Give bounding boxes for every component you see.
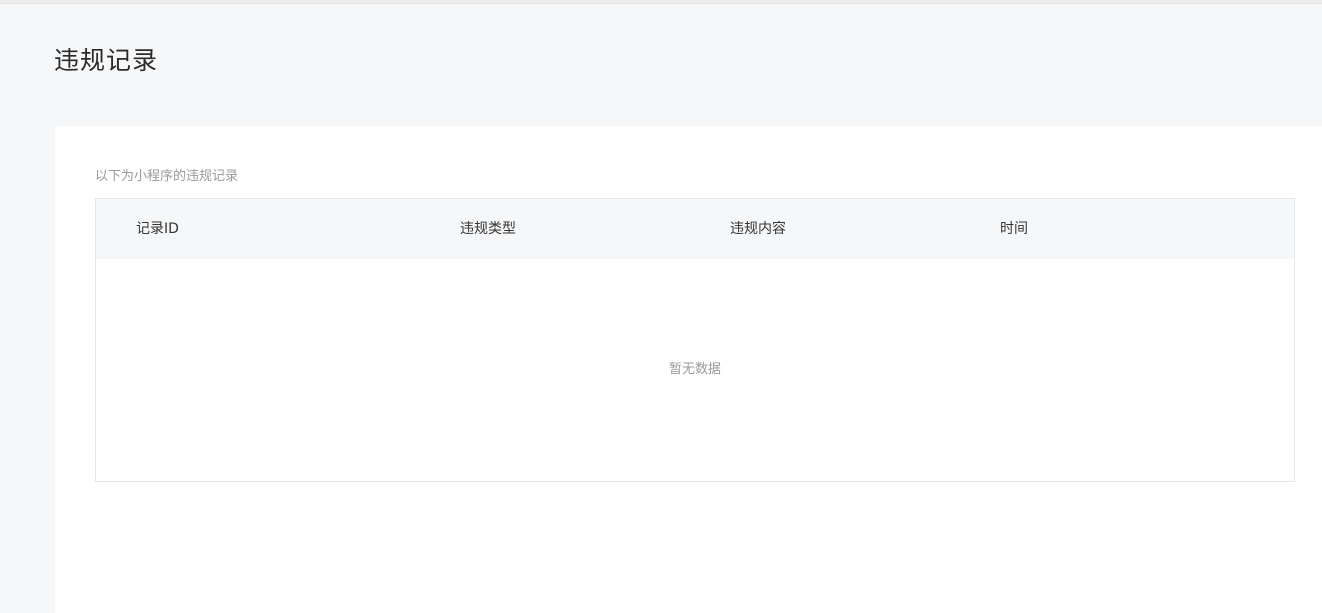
violation-records-table: 记录ID 违规类型 违规内容 时间 暂无数据 <box>95 198 1295 482</box>
empty-state-text: 暂无数据 <box>668 362 721 377</box>
column-header-record-id: 记录ID <box>136 221 179 237</box>
records-panel: 以下为小程序的违规记录 记录ID 违规类型 违规内容 时间 暂无数据 <box>55 126 1322 613</box>
top-divider <box>0 0 1322 4</box>
panel-description: 以下为小程序的违规记录 <box>95 169 239 184</box>
table-header: 记录ID 违规类型 违规内容 时间 <box>96 199 1294 259</box>
column-header-violation-content: 违规内容 <box>730 221 786 237</box>
column-header-violation-type: 违规类型 <box>460 221 516 237</box>
column-header-time: 时间 <box>1000 221 1028 237</box>
page-title: 违规记录 <box>54 46 159 75</box>
